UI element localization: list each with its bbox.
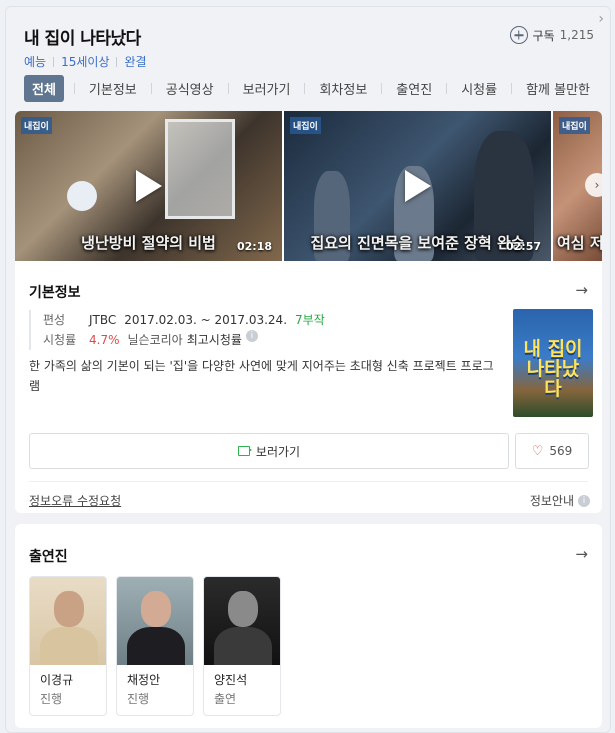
- play-icon: [135, 170, 162, 202]
- tab-watch[interactable]: 보러가기: [241, 79, 293, 98]
- avatar: [204, 577, 280, 665]
- section-title[interactable]: 출연진: [29, 546, 68, 566]
- rating-note: 최고시청률: [186, 333, 242, 347]
- info-icon[interactable]: i: [245, 330, 258, 342]
- avatar: [30, 577, 106, 665]
- cast-member[interactable]: 채정안 진행: [116, 576, 194, 716]
- cast-card: 출연진 → 이경규 진행 채정안 진행 양진석 출연: [15, 524, 602, 728]
- video-duration: 02:18: [236, 240, 272, 253]
- episode-count[interactable]: 7부작: [295, 310, 325, 330]
- status-tag: 완결: [124, 55, 147, 69]
- cast-role: 출연: [214, 692, 237, 706]
- play-icon: [404, 170, 431, 202]
- subscribe-button[interactable]: 구독 1,215: [509, 26, 594, 44]
- channel-name[interactable]: JTBC: [89, 310, 116, 330]
- channel-row: 편성 JTBC 2017.02.03. ~ 2017.03.24. 7부작: [29, 310, 499, 330]
- cast-member[interactable]: 이경규 진행: [29, 576, 107, 716]
- content-frame: 내 집이 나타났다 예능 15세이상 완결 구독 1,215 전체 기본정보 공…: [5, 6, 611, 733]
- tab-cast[interactable]: 출연진: [394, 79, 434, 98]
- program-header: 내 집이 나타났다 예능 15세이상 완결 구독 1,215 전체 기본정보 공…: [6, 7, 610, 111]
- show-logo-icon: 내집이: [559, 117, 590, 134]
- divider: [304, 82, 306, 94]
- tab-all[interactable]: 전체: [24, 74, 64, 102]
- tab-official-video[interactable]: 공식영상: [164, 79, 216, 98]
- heart-icon: ♡: [531, 443, 544, 459]
- age-rating-tag: 15세이상: [61, 55, 110, 69]
- program-title[interactable]: 내 집이 나타났다: [24, 24, 141, 49]
- divider: [511, 82, 513, 94]
- tab-basic-info[interactable]: 기본정보: [87, 79, 139, 98]
- program-poster[interactable]: 내 집이 나타났다: [513, 309, 593, 417]
- arrow-right-icon[interactable]: →: [575, 545, 588, 563]
- divider: [150, 82, 152, 94]
- watch-button-label: 보러가기: [255, 444, 301, 459]
- air-period: 2017.02.03. ~ 2017.03.24.: [124, 313, 288, 327]
- info-list: 편성 JTBC 2017.02.03. ~ 2017.03.24. 7부작 시청…: [29, 310, 499, 350]
- cast-role: 진행: [127, 692, 150, 706]
- like-button[interactable]: ♡ 569: [515, 433, 589, 469]
- program-description: 한 가족의 삶의 기본이 되는 '집'을 다양한 사연에 맞게 지어주는 초대형…: [29, 359, 494, 393]
- tab-bar: 전체 기본정보 공식영상 보러가기 회차정보 출연진 시청률 함께 볼만한: [24, 74, 610, 102]
- like-count: 569: [549, 444, 573, 458]
- video-carousel: 내집이 냉난방비 절약의 비법 02:18 내집이 집요의 진면목을 보여준 장…: [15, 111, 602, 261]
- info-guide[interactable]: 정보안내 i: [530, 492, 590, 509]
- basic-info-card: 내집이 냉난방비 절약의 비법 02:18 내집이 집요의 진면목을 보여준 장…: [15, 111, 602, 513]
- video-icon: [237, 446, 252, 456]
- video-thumbnail[interactable]: 내집이 냉난방비 절약의 비법 02:18: [15, 111, 282, 261]
- show-logo-icon: 내집이: [290, 117, 321, 134]
- show-logo-icon: 내집이: [21, 117, 52, 134]
- cast-name: 채정안: [127, 673, 161, 687]
- subscribe-count: 1,215: [559, 28, 594, 42]
- divider: [446, 82, 448, 94]
- video-thumbnail[interactable]: 내집이 여심 저 ›: [553, 111, 602, 261]
- info-guide-label: 정보안내: [529, 494, 574, 508]
- report-error-link[interactable]: 정보오류 수정요청: [29, 492, 121, 509]
- divider: [73, 82, 75, 94]
- divider: [53, 56, 55, 67]
- rating-value: 4.7%: [89, 333, 120, 347]
- rating-row: 시청률 4.7% 닐슨코리아 최고시청률 i: [29, 330, 499, 350]
- rating-source: 닐슨코리아: [127, 333, 183, 347]
- divider: [116, 56, 118, 67]
- poster-logo: 내 집이 나타났다: [523, 338, 583, 400]
- balloon-shape: [67, 181, 97, 211]
- program-meta: 예능 15세이상 완결: [24, 53, 147, 70]
- subscribe-label: 구독: [532, 28, 555, 43]
- tab-episodes[interactable]: 회차정보: [317, 79, 369, 98]
- chevron-right-icon[interactable]: ›: [598, 11, 604, 27]
- info-icon: i: [578, 494, 590, 507]
- divider: [29, 481, 588, 482]
- window-shape: [165, 119, 235, 219]
- head-shape: [228, 591, 258, 627]
- tab-recommended[interactable]: 함께 볼만한: [524, 79, 592, 98]
- chevron-right-icon[interactable]: ›: [585, 173, 602, 197]
- plus-icon: [509, 26, 528, 44]
- divider: [381, 82, 383, 94]
- cast-list: 이경규 진행 채정안 진행 양진석 출연: [29, 576, 290, 716]
- video-thumbnail[interactable]: 내집이 집요의 진면목을 보여준 장혁 완승 02:57: [284, 111, 551, 261]
- rating-label: 시청률: [43, 333, 77, 347]
- cast-role: 진행: [40, 692, 63, 706]
- cast-name: 이경규: [40, 673, 74, 687]
- video-caption: 여심 저: [557, 234, 602, 252]
- body-shape: [127, 627, 185, 665]
- genre-tag[interactable]: 예능: [24, 53, 46, 70]
- video-duration: 02:57: [505, 240, 541, 253]
- avatar: [117, 577, 193, 665]
- head-shape: [54, 591, 84, 627]
- cast-member[interactable]: 양진석 출연: [203, 576, 281, 716]
- watch-button[interactable]: 보러가기: [29, 433, 509, 469]
- section-title[interactable]: 기본정보: [29, 282, 81, 302]
- tab-ratings[interactable]: 시청률: [459, 79, 499, 98]
- body-shape: [40, 627, 98, 665]
- head-shape: [141, 591, 171, 627]
- cast-name: 양진석: [214, 673, 248, 687]
- body-shape: [214, 627, 272, 665]
- channel-label: 편성: [43, 313, 66, 327]
- arrow-right-icon[interactable]: →: [575, 281, 588, 299]
- divider: [227, 82, 229, 94]
